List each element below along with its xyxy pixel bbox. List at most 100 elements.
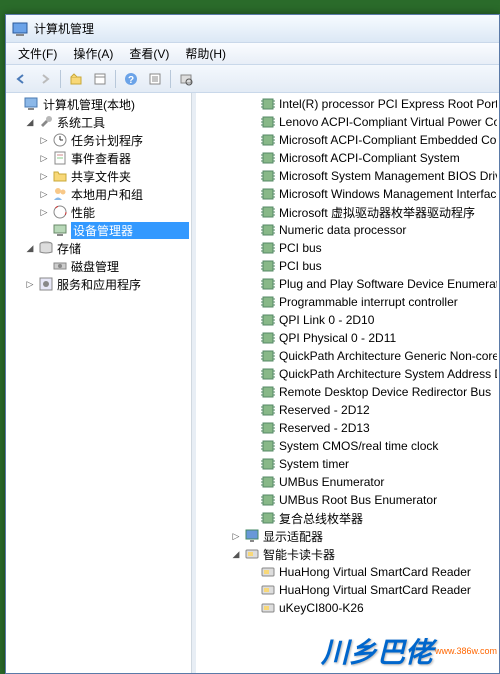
device-item[interactable]: System CMOS/real time clock (198, 437, 497, 455)
help-button[interactable]: ? (120, 68, 142, 90)
category-smartcard[interactable]: ◢ 智能卡读卡器 (198, 545, 497, 563)
watermark-text: 川乡巴佬 (321, 631, 433, 671)
expand-icon[interactable]: ▷ (228, 531, 244, 542)
node-users[interactable]: ▷本地用户和组 (8, 185, 189, 203)
show-button[interactable] (89, 68, 111, 90)
node-label: 共享文件夹 (71, 168, 189, 185)
device-label: QPI Physical 0 - 2D11 (279, 331, 497, 345)
smartcard-item[interactable]: HuaHong Virtual SmartCard Reader (198, 581, 497, 599)
device-label: Lenovo ACPI-Compliant Virtual Power Con (279, 115, 497, 129)
device-item[interactable]: Numeric data processor (198, 221, 497, 239)
device-label: Numeric data processor (279, 223, 497, 237)
expand-icon[interactable]: ▷ (36, 207, 52, 218)
device-label: Microsoft ACPI-Compliant System (279, 151, 497, 165)
node-disk[interactable]: 磁盘管理 (8, 257, 189, 275)
menu-file[interactable]: 文件(F) (10, 43, 65, 64)
device-item[interactable]: Reserved - 2D13 (198, 419, 497, 437)
device-item[interactable]: Microsoft ACPI-Compliant System (198, 149, 497, 167)
device-item[interactable]: PCI bus (198, 257, 497, 275)
device-item[interactable]: Reserved - 2D12 (198, 401, 497, 419)
node-label: 计算机管理(本地) (43, 96, 189, 113)
device-label: HuaHong Virtual SmartCard Reader (279, 583, 497, 597)
device-item[interactable]: PCI bus (198, 239, 497, 257)
node-services[interactable]: ▷服务和应用程序 (8, 275, 189, 293)
device-label: UMBus Enumerator (279, 475, 497, 489)
chip-icon (260, 132, 276, 148)
device-item[interactable]: QPI Physical 0 - 2D11 (198, 329, 497, 347)
node-root[interactable]: 计算机管理(本地) (8, 95, 189, 113)
device-item[interactable]: UMBus Root Bus Enumerator (198, 491, 497, 509)
device-item[interactable]: System timer (198, 455, 497, 473)
category-display[interactable]: ▷显示适配器 (198, 527, 497, 545)
chip-icon (260, 294, 276, 310)
chip-icon (260, 240, 276, 256)
device-label: Remote Desktop Device Redirector Bus (279, 385, 497, 399)
right-pane[interactable]: Intel(R) processor PCI Express Root Port… (196, 93, 499, 673)
disk-icon (52, 258, 68, 274)
node-events[interactable]: ▷事件查看器 (8, 149, 189, 167)
device-item[interactable]: Microsoft System Management BIOS Drive (198, 167, 497, 185)
collapse-icon[interactable]: ◢ (22, 243, 38, 254)
toolbar-sep (170, 70, 171, 88)
node-devmgr[interactable]: 设备管理器 (8, 221, 189, 239)
device-item[interactable]: Lenovo ACPI-Compliant Virtual Power Con (198, 113, 497, 131)
node-tools[interactable]: ◢系统工具 (8, 113, 189, 131)
clock-icon (52, 132, 68, 148)
expand-icon[interactable]: ▷ (22, 279, 38, 290)
node-perf[interactable]: ▷性能 (8, 203, 189, 221)
menu-action[interactable]: 操作(A) (65, 43, 121, 64)
device-label: Microsoft 虚拟驱动器枚举器驱动程序 (279, 204, 497, 221)
device-label: uKeyCI800-K26 (279, 601, 497, 615)
watermark-url: www.386w.com (435, 646, 497, 656)
back-button[interactable] (10, 68, 32, 90)
collapse-icon[interactable]: ◢ (22, 117, 38, 128)
computer-icon (24, 96, 40, 112)
expand-icon[interactable]: ▷ (36, 153, 52, 164)
chip-icon (260, 114, 276, 130)
menu-view[interactable]: 查看(V) (121, 43, 177, 64)
expand-icon[interactable]: ▷ (36, 189, 52, 200)
node-scheduler[interactable]: ▷任务计划程序 (8, 131, 189, 149)
chip-icon (260, 150, 276, 166)
device-item[interactable]: Plug and Play Software Device Enumerator (198, 275, 497, 293)
device-label: Programmable interrupt controller (279, 295, 497, 309)
props-button[interactable] (144, 68, 166, 90)
tools-icon (38, 114, 54, 130)
device-item[interactable]: QuickPath Architecture Generic Non-core (198, 347, 497, 365)
device-item[interactable]: Programmable interrupt controller (198, 293, 497, 311)
chip-icon (260, 258, 276, 274)
device-item[interactable]: Remote Desktop Device Redirector Bus (198, 383, 497, 401)
device-tree: Intel(R) processor PCI Express Root Port… (196, 93, 499, 619)
forward-button[interactable] (34, 68, 56, 90)
chip-icon (260, 510, 276, 526)
menu-help[interactable]: 帮助(H) (177, 43, 234, 64)
device-item[interactable]: UMBus Enumerator (198, 473, 497, 491)
device-item[interactable]: QPI Link 0 - 2D10 (198, 311, 497, 329)
node-shared[interactable]: ▷ 共享文件夹 (8, 167, 189, 185)
device-item[interactable]: Microsoft Windows Management Interface (198, 185, 497, 203)
left-pane[interactable]: 计算机管理(本地) ◢系统工具 ▷任务计划程序 ▷事件查看器 ▷ 共享文件夹 ▷本… (6, 93, 192, 673)
device-item[interactable]: Microsoft 虚拟驱动器枚举器驱动程序 (198, 203, 497, 221)
device-item[interactable]: QuickPath Architecture System Address De (198, 365, 497, 383)
category-label: 智能卡读卡器 (263, 546, 497, 563)
expand-icon[interactable]: ▷ (36, 171, 52, 182)
device-label: PCI bus (279, 241, 497, 255)
node-storage[interactable]: ◢存储 (8, 239, 189, 257)
svg-text:?: ? (128, 75, 134, 86)
chip-icon (260, 348, 276, 364)
up-button[interactable] (65, 68, 87, 90)
collapse-icon[interactable]: ◢ (228, 549, 244, 560)
device-item[interactable]: 复合总线枚举器 (198, 509, 497, 527)
storage-icon (38, 240, 54, 256)
watermark: 川乡巴佬 www.386w.com (321, 631, 497, 671)
smartcard-item[interactable]: uKeyCI800-K26 (198, 599, 497, 617)
smartcard-item[interactable]: HuaHong Virtual SmartCard Reader (198, 563, 497, 581)
device-item[interactable]: Intel(R) processor PCI Express Root Port… (198, 95, 497, 113)
device-item[interactable]: Microsoft ACPI-Compliant Embedded Cont (198, 131, 497, 149)
device-label: Reserved - 2D13 (279, 421, 497, 435)
device-label: 复合总线枚举器 (279, 510, 497, 527)
scan-button[interactable] (175, 68, 197, 90)
expand-icon[interactable]: ▷ (36, 135, 52, 146)
toolbar-sep (115, 70, 116, 88)
menubar: 文件(F) 操作(A) 查看(V) 帮助(H) (6, 43, 499, 65)
